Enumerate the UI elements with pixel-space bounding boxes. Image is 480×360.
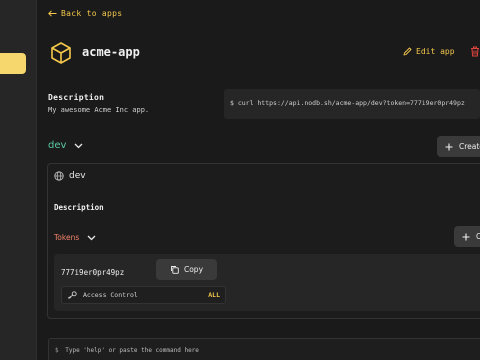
plus-icon [445, 143, 453, 151]
command-placeholder: Type 'help' or paste the command here [65, 347, 199, 354]
access-control-value: ALL [208, 291, 220, 299]
description-label: Description [48, 93, 105, 102]
command-prompt: $ [55, 347, 59, 354]
create-token-button[interactable]: C [454, 226, 480, 247]
curl-command[interactable]: $ curl https://api.nodb.sh/acme-app/dev?… [224, 89, 480, 119]
sidebar [0, 0, 37, 360]
environment-name: dev [48, 140, 67, 151]
chevron-down-icon [87, 235, 96, 241]
edit-app-button[interactable]: Edit app [403, 47, 455, 56]
tokens-toggle[interactable]: Tokens [54, 233, 96, 242]
back-label: Back to apps [61, 9, 123, 18]
trash-icon [470, 46, 480, 57]
create-token-label: C [476, 232, 480, 241]
copy-icon [170, 265, 179, 274]
cube-icon [49, 41, 73, 65]
copy-token-button[interactable]: Copy [156, 259, 217, 280]
app-description: My awesome Acme Inc app. [48, 106, 150, 114]
access-control-label: Access Control [83, 291, 138, 299]
delete-app-button[interactable] [470, 46, 480, 57]
environment-dropdown[interactable]: dev [48, 140, 83, 151]
environment-description-label: Description [54, 203, 104, 212]
access-control-row[interactable]: Access Control ALL [61, 286, 226, 304]
token-value: 777i9er0pr49pz [61, 268, 125, 277]
back-to-apps-link[interactable]: Back to apps [48, 9, 122, 18]
copy-label: Copy [183, 265, 204, 274]
chevron-down-icon [74, 143, 83, 149]
pencil-icon [403, 47, 412, 56]
sidebar-item-active[interactable] [0, 53, 26, 74]
environment-card-header: dev [54, 171, 86, 181]
environment-card-name: dev [69, 171, 86, 181]
key-icon [67, 291, 77, 299]
arrow-left-icon [48, 10, 57, 17]
create-label: Create [459, 142, 480, 151]
command-input[interactable]: $ Type 'help' or paste the command here [48, 338, 480, 360]
create-environment-button[interactable]: Create [437, 136, 480, 157]
app-title: acme-app [82, 45, 140, 59]
globe-icon [54, 171, 64, 181]
plus-icon [462, 233, 470, 241]
edit-app-label: Edit app [416, 47, 455, 56]
tokens-label: Tokens [54, 233, 80, 242]
